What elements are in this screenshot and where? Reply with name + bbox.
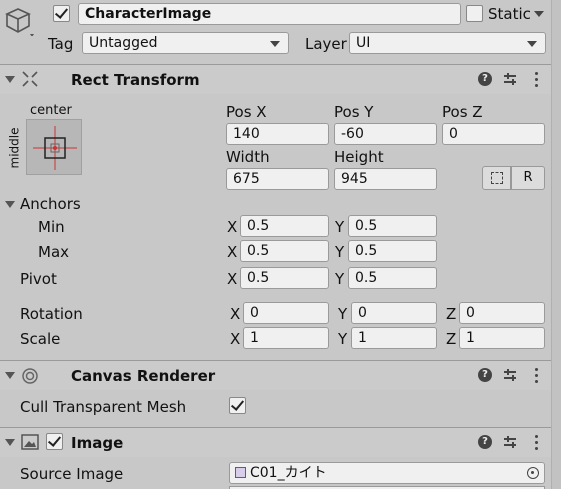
static-label: Static [488,5,531,23]
cull-transparent-mesh-checkbox[interactable] [229,397,246,414]
pivot-label: Pivot [20,270,57,288]
raw-edit-button[interactable]: R [511,166,545,190]
rot-z-input[interactable]: 0 [459,302,545,324]
min-label: Min [38,218,65,236]
help-icon[interactable]: ? [478,368,492,382]
pivot-y-axis-label: Y [335,270,345,288]
gameobject-icon[interactable] [4,6,34,37]
image-enabled-toggle[interactable] [46,433,63,450]
rot-x-axis-label: X [230,305,241,323]
anchors-label: Anchors [20,195,81,213]
scale-x-input[interactable]: 1 [243,327,329,349]
static-checkbox[interactable] [466,5,483,22]
pos-z-label: Pos Z [442,103,483,121]
width-label: Width [226,148,270,166]
max-x-axis-label: X [227,243,238,261]
max-y-input[interactable]: 0.5 [348,240,437,262]
pivot-y-input[interactable]: 0.5 [348,267,437,289]
object-picker-icon[interactable] [527,467,539,479]
pos-x-input[interactable]: 140 [226,123,329,145]
pivot-x-axis-label: X [227,270,238,288]
scale-label: Scale [20,330,61,348]
pos-y-label: Pos Y [334,103,374,121]
rotation-label: Rotation [20,305,83,323]
tag-label: Tag [48,35,74,53]
height-input[interactable]: 945 [334,168,437,190]
presets-icon[interactable] [504,73,516,85]
anchor-preset-side-label: middle [7,127,22,169]
min-x-input[interactable]: 0.5 [240,215,329,237]
layer-dropdown[interactable]: UI [349,32,546,54]
pos-x-label: Pos X [226,103,267,121]
static-dropdown-icon[interactable] [534,11,544,17]
blueprint-mode-button[interactable] [482,166,511,190]
blueprint-icon [491,172,503,184]
component-menu-icon[interactable] [535,368,539,386]
canvas-renderer-icon [21,367,39,385]
pos-y-input[interactable]: -60 [334,123,437,145]
layer-label: Layer [305,35,347,53]
help-icon[interactable]: ? [478,72,492,86]
min-x-axis-label: X [227,218,238,236]
source-image-label: Source Image [20,465,124,483]
fold-arrow-icon[interactable] [5,439,15,446]
pivot-x-input[interactable]: 0.5 [240,267,329,289]
scale-x-axis-label: X [230,330,241,348]
rot-x-input[interactable]: 0 [243,302,329,324]
pos-z-input[interactable]: 0 [442,123,545,145]
max-label: Max [38,243,70,261]
scale-y-input[interactable]: 1 [351,327,437,349]
image-component-icon [21,434,39,450]
help-icon[interactable]: ? [478,435,492,449]
image-title: Image [71,434,124,452]
canvas-renderer-title: Canvas Renderer [71,367,216,385]
rect-transform-title: Rect Transform [71,71,200,89]
vertical-scrollbar[interactable] [551,0,561,489]
scale-z-input[interactable]: 1 [459,327,545,349]
gameobject-name-input[interactable]: CharacterImage [78,3,461,25]
height-label: Height [334,148,384,166]
scale-z-axis-label: Z [446,330,457,348]
width-input[interactable]: 675 [226,168,329,190]
min-y-axis-label: Y [335,218,345,236]
rot-y-input[interactable]: 0 [351,302,437,324]
min-y-input[interactable]: 0.5 [348,215,437,237]
presets-icon[interactable] [504,436,516,448]
component-menu-icon[interactable] [535,435,539,453]
max-y-axis-label: Y [335,243,345,261]
rect-transform-icon [22,71,38,87]
component-menu-icon[interactable] [535,72,539,90]
active-toggle[interactable] [53,5,70,22]
anchor-preset-top-label: center [30,103,72,118]
fold-arrow-icon[interactable] [5,372,15,379]
rot-y-axis-label: Y [338,305,348,323]
anchor-preset-button[interactable] [26,119,82,175]
tag-dropdown[interactable]: Untagged [82,32,289,54]
fold-arrow-icon[interactable] [5,76,15,83]
source-image-field[interactable]: C01_カイト [229,462,545,484]
anchors-fold-icon[interactable] [5,201,15,208]
sprite-icon [235,467,246,478]
cull-transparent-mesh-label: Cull Transparent Mesh [20,398,187,416]
presets-icon[interactable] [504,369,516,381]
max-x-input[interactable]: 0.5 [240,240,329,262]
source-image-value: C01_カイト [250,465,327,481]
scale-y-axis-label: Y [338,330,348,348]
rot-z-axis-label: Z [446,305,457,323]
